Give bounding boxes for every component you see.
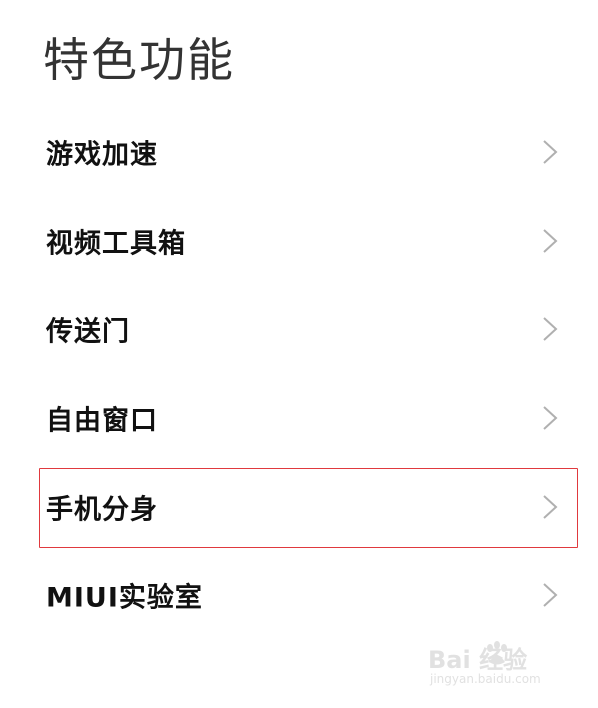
list-item-game-turbo[interactable]: 游戏加速 (0, 108, 598, 197)
highlight-box (39, 468, 578, 548)
list-item-label: MIUI实验室 (46, 582, 203, 614)
settings-list: 游戏加速 视频工具箱 传送门 自由窗口 手机分身 MIUI实验室 (0, 108, 598, 640)
chevron-right-icon (543, 317, 558, 342)
list-item-label: 传送门 (46, 316, 130, 348)
list-item-label: 视频工具箱 (46, 228, 186, 260)
list-item-floating-window[interactable]: 自由窗口 (0, 374, 598, 463)
chevron-right-icon (543, 583, 558, 608)
chevron-right-icon (543, 406, 558, 430)
list-item-miui-lab[interactable]: MIUI实验室 (0, 551, 598, 640)
chevron-right-icon (543, 229, 558, 253)
list-item-label: 游戏加速 (46, 139, 158, 171)
watermark-logo-text: Bai 经验 (428, 646, 528, 674)
baidu-jingyan-watermark: Bai 经验 jingyan.baidu.com (428, 640, 568, 690)
chevron-right-icon (543, 140, 558, 165)
paw-icon (487, 641, 507, 665)
list-item-portal[interactable]: 传送门 (0, 285, 598, 374)
list-item-video-toolbox[interactable]: 视频工具箱 (0, 197, 598, 286)
list-item-label: 自由窗口 (46, 405, 158, 437)
page-title: 特色功能 (43, 33, 235, 87)
watermark-url: jingyan.baidu.com (430, 672, 541, 686)
